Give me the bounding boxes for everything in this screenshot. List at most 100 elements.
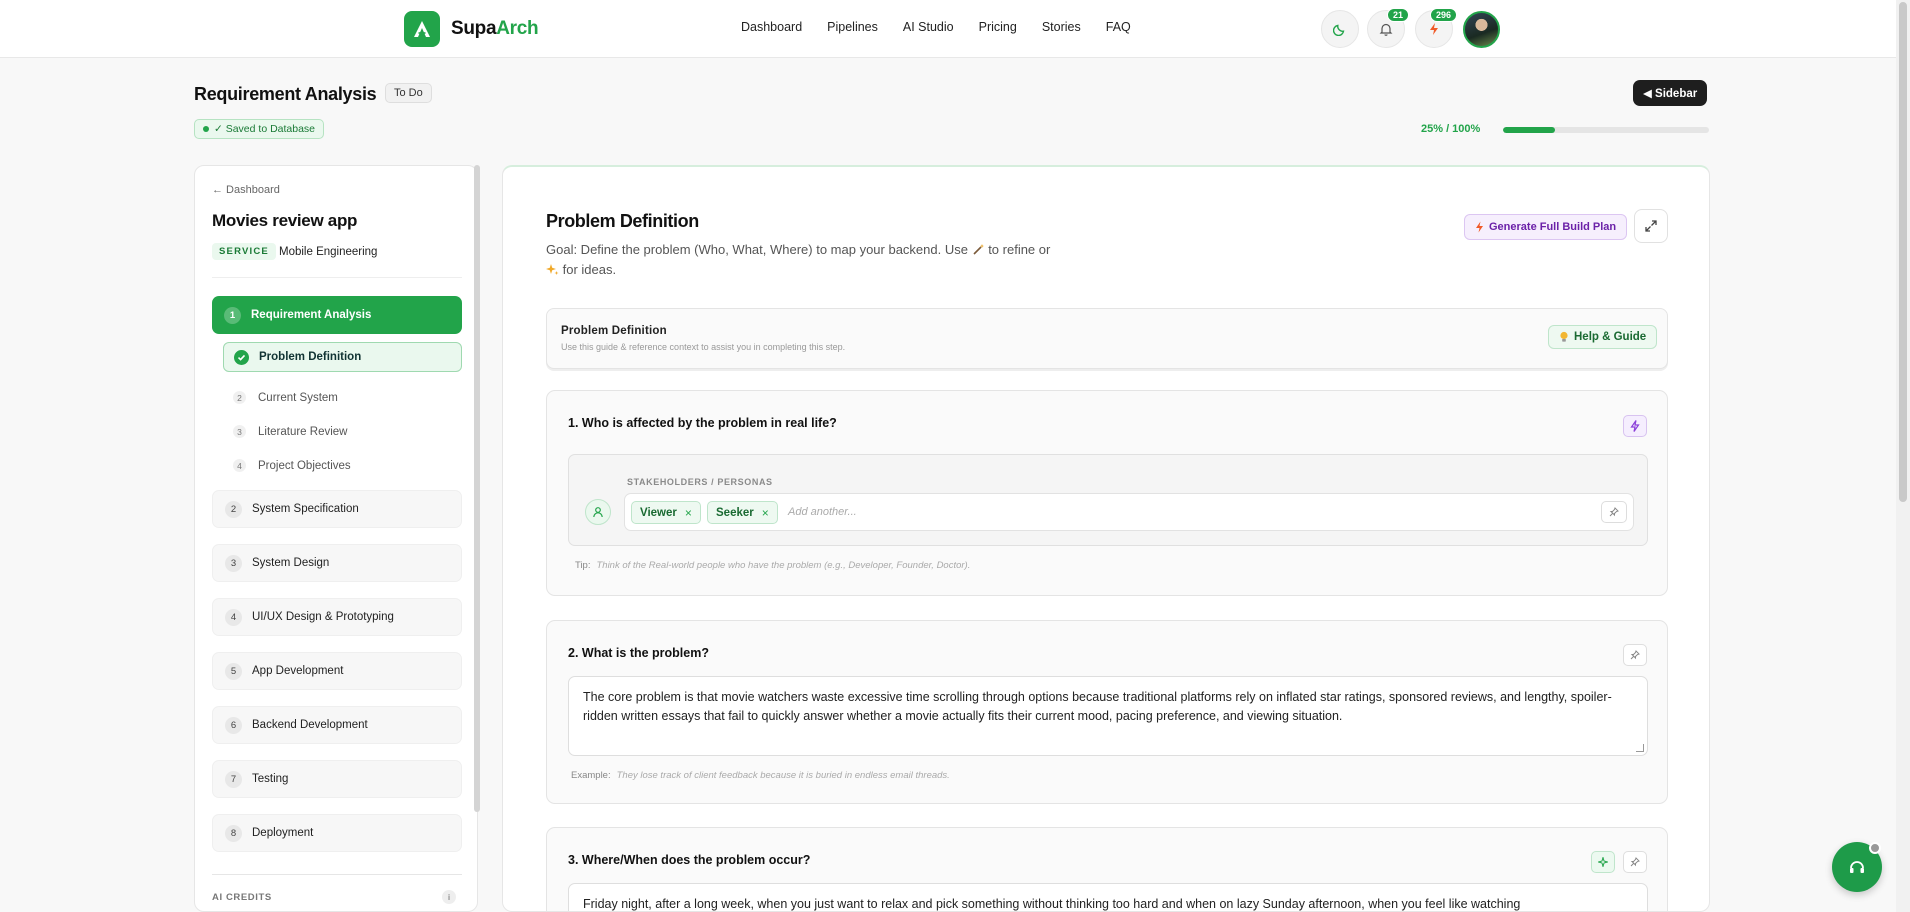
- pin-button[interactable]: [1623, 644, 1647, 666]
- stakeholder-chip[interactable]: Seeker ×: [707, 501, 778, 524]
- example-label: Example:: [571, 770, 611, 781]
- step-ui-ux-design[interactable]: 4 UI/UX Design & Prototyping: [212, 598, 462, 636]
- step-system-specification[interactable]: 2 System Specification: [212, 490, 462, 528]
- sidebar-toggle-button[interactable]: ◀ Sidebar: [1633, 80, 1708, 106]
- info-icon[interactable]: i: [442, 890, 456, 904]
- remove-chip-icon[interactable]: ×: [685, 506, 692, 520]
- notifications-button[interactable]: 21: [1367, 8, 1409, 48]
- substep-label: Project Objectives: [258, 459, 351, 472]
- step-label: App Development: [252, 665, 344, 677]
- nav-ai-studio[interactable]: AI Studio: [903, 20, 954, 34]
- help-guide-label: Help & Guide: [1574, 331, 1647, 343]
- page-title: Requirement Analysis: [194, 84, 377, 104]
- goal-text-part: for ideas.: [559, 262, 617, 277]
- guide-card: Problem Definition Use this guide & refe…: [546, 308, 1668, 369]
- problem-answer-textarea[interactable]: The core problem is that movie watchers …: [568, 676, 1648, 756]
- stakeholders-box: STAKEHOLDERS / PERSONAS Viewer × Seeker × …: [568, 454, 1648, 546]
- expand-icon: [1644, 219, 1658, 233]
- brand-name[interactable]: SupaArch: [451, 18, 539, 40]
- pin-icon: [1630, 650, 1640, 660]
- stakeholder-chip[interactable]: Viewer ×: [631, 501, 701, 524]
- service-tag: SERVICE: [212, 243, 276, 260]
- question-title: 1. Who is affected by the problem in rea…: [568, 416, 837, 430]
- notifications-badge: 21: [1386, 8, 1409, 22]
- substep-problem-definition[interactable]: Problem Definition: [223, 342, 462, 372]
- credits-button[interactable]: 296: [1415, 8, 1457, 48]
- ai-sparkle-button[interactable]: [1591, 851, 1615, 873]
- service-name: Mobile Engineering: [279, 246, 378, 258]
- pin-icon: [1630, 857, 1640, 867]
- example-text: Example: They lose track of client feedba…: [571, 770, 950, 781]
- expand-button[interactable]: [1634, 209, 1668, 243]
- bolt-icon: [1475, 221, 1484, 233]
- step-label: Backend Development: [252, 719, 368, 731]
- headset-icon: [1847, 857, 1867, 877]
- user-avatar[interactable]: [1463, 11, 1500, 48]
- nav-pipelines[interactable]: Pipelines: [827, 20, 878, 34]
- question-title: 2. What is the problem?: [568, 646, 709, 660]
- ai-suggest-button[interactable]: [1623, 415, 1647, 437]
- substep-number: 2: [233, 391, 246, 404]
- sparkles-icon: [546, 263, 559, 276]
- chip-label: Viewer: [640, 506, 677, 519]
- guide-subtitle: Use this guide & reference context to as…: [561, 342, 846, 352]
- page-scrollbar[interactable]: [1896, 0, 1910, 912]
- step-number: 1: [224, 306, 241, 324]
- pin-button[interactable]: [1601, 501, 1627, 523]
- main-panel: Problem Definition Goal: Define the prob…: [502, 165, 1710, 912]
- sidebar-scrollbar[interactable]: [474, 165, 480, 812]
- nav-stories[interactable]: Stories: [1042, 20, 1081, 34]
- step-backend-development[interactable]: 6 Backend Development: [212, 706, 462, 744]
- substep-number: 4: [233, 459, 246, 472]
- resize-handle-icon[interactable]: [1636, 744, 1644, 752]
- divider: [212, 277, 462, 278]
- pin-button[interactable]: [1623, 851, 1647, 873]
- theme-toggle-button[interactable]: [1321, 10, 1359, 48]
- step-system-design[interactable]: 3 System Design: [212, 544, 462, 582]
- saved-status-badge: ✓ Saved to Database: [194, 119, 325, 139]
- step-number: 6: [225, 716, 242, 734]
- step-number: 4: [225, 608, 242, 626]
- tip-body: Think of the Real-world people who have …: [596, 560, 971, 571]
- answer-text: Friday night, after a long week, when yo…: [583, 897, 1521, 911]
- project-title: Movies review app: [212, 211, 358, 230]
- saved-dot-icon: [203, 126, 209, 132]
- question-card-2: 2. What is the problem? The core problem…: [546, 620, 1668, 804]
- credits-badge: 296: [1429, 8, 1457, 22]
- help-guide-button[interactable]: Help & Guide: [1548, 325, 1658, 349]
- wand-icon: [972, 243, 985, 256]
- substep-project-objectives[interactable]: 4 Project Objectives: [233, 459, 351, 472]
- nav-pricing[interactable]: Pricing: [979, 20, 1017, 34]
- nav-faq[interactable]: FAQ: [1106, 20, 1131, 34]
- logo-icon[interactable]: [404, 11, 440, 47]
- example-body: They lose track of client feedback becau…: [616, 770, 950, 781]
- lightbulb-icon: [1559, 331, 1569, 343]
- nav-dashboard[interactable]: Dashboard: [741, 20, 802, 34]
- substep-number: 3: [233, 425, 246, 438]
- step-number: 3: [225, 554, 242, 572]
- question-title: 3. Where/When does the problem occur?: [568, 853, 811, 867]
- add-stakeholder-input[interactable]: Add another...: [788, 506, 857, 518]
- step-deployment[interactable]: 8 Deployment: [212, 814, 462, 852]
- back-to-dashboard-link[interactable]: ← Dashboard: [212, 184, 280, 196]
- check-icon: [234, 349, 249, 365]
- step-testing[interactable]: 7 Testing: [212, 760, 462, 798]
- generate-build-plan-button[interactable]: Generate Full Build Plan: [1464, 214, 1628, 240]
- saved-status-label: ✓ Saved to Database: [214, 123, 316, 135]
- where-when-answer-textarea[interactable]: Friday night, after a long week, when yo…: [568, 883, 1648, 911]
- step-requirement-analysis[interactable]: 1 Requirement Analysis: [212, 296, 462, 334]
- bell-icon: [1379, 22, 1393, 36]
- ai-credits-label: AI CREDITS: [212, 892, 272, 903]
- top-navbar: SupaArch Dashboard Pipelines AI Studio P…: [0, 0, 1910, 58]
- stakeholders-tag-input[interactable]: Viewer × Seeker × Add another...: [624, 493, 1634, 531]
- question-card-3: 3. Where/When does the problem occur? Fr…: [546, 827, 1668, 911]
- scrollbar-thumb[interactable]: [1899, 2, 1907, 502]
- substep-literature-review[interactable]: 3 Literature Review: [233, 425, 347, 438]
- user-icon: [585, 499, 611, 525]
- goal-text-part: Goal: Define the problem (Who, What, Whe…: [546, 242, 972, 257]
- step-app-development[interactable]: 5 App Development: [212, 652, 462, 690]
- remove-chip-icon[interactable]: ×: [762, 506, 769, 520]
- tip-label: Tip:: [575, 560, 591, 571]
- substep-label: Problem Definition: [259, 351, 362, 363]
- substep-current-system[interactable]: 2 Current System: [233, 391, 338, 404]
